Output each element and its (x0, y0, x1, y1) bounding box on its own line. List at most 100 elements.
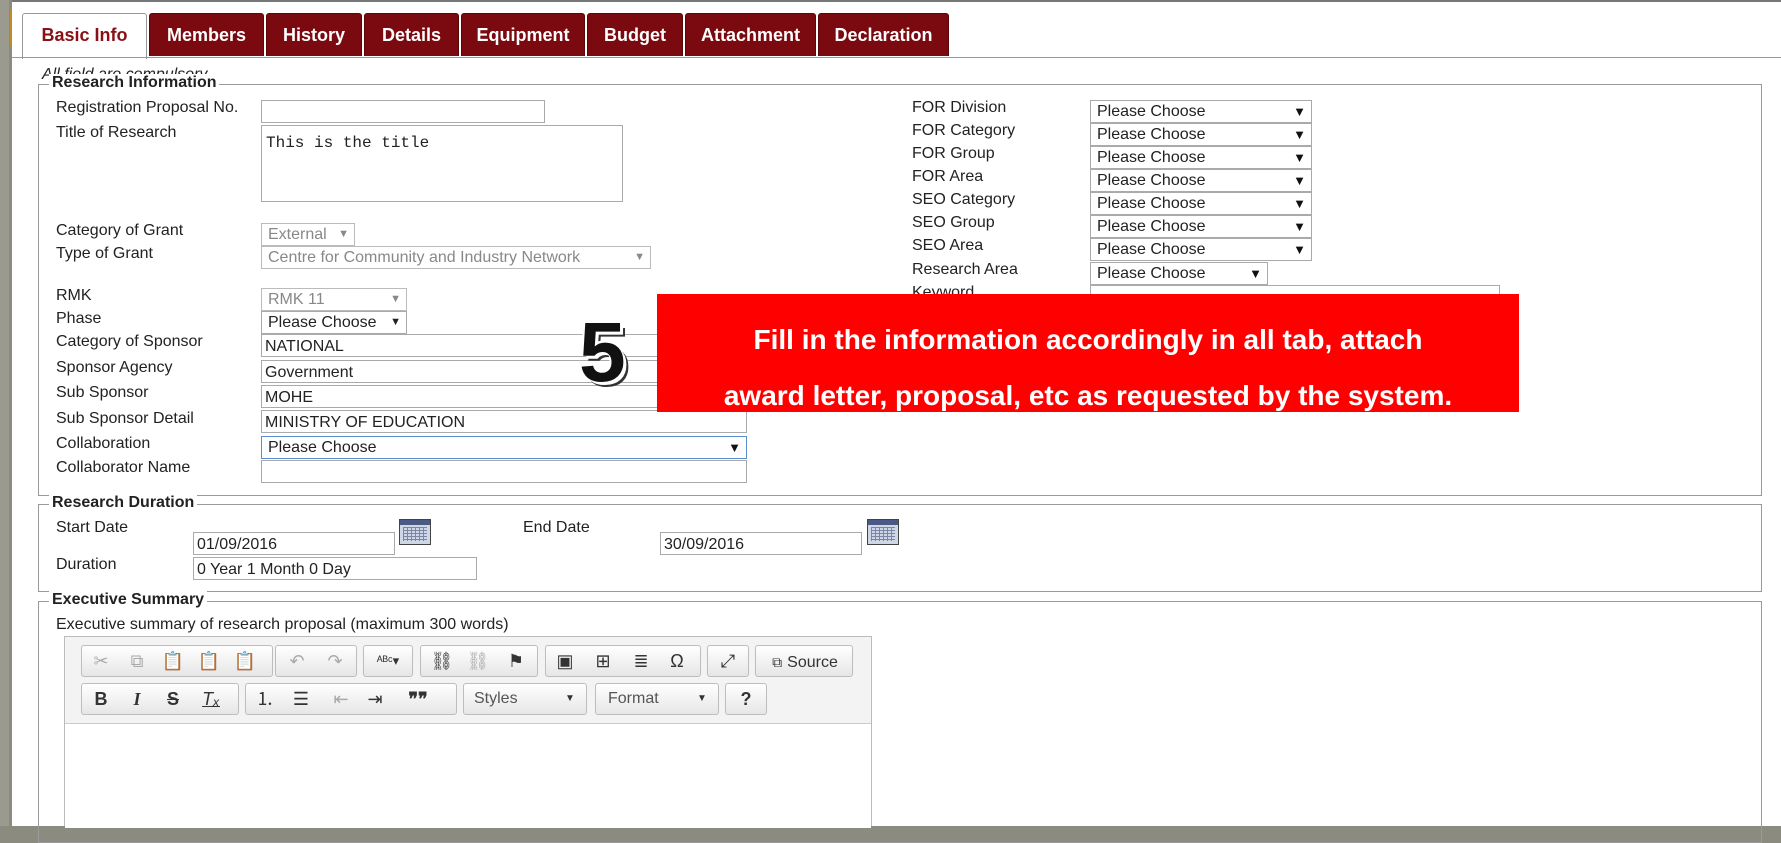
for-division-label: FOR Division (912, 99, 1007, 116)
styles-label: Styles (474, 690, 518, 707)
sponsor-agency-label: Sponsor Agency (56, 359, 173, 376)
for-category-select[interactable]: Please Choose ▼ (1090, 123, 1312, 146)
section-legend: Executive Summary (49, 591, 208, 609)
for-group-select[interactable]: Please Choose ▼ (1090, 146, 1312, 169)
special-char-icon[interactable]: Ω (662, 646, 692, 676)
for-division-select[interactable]: Please Choose ▼ (1090, 100, 1312, 123)
chevron-down-icon: ▼ (1293, 219, 1306, 234)
numbered-list-icon[interactable]: ⒈ (250, 684, 280, 714)
phase-value: Please Choose (268, 314, 377, 331)
chevron-down-icon: ▼ (390, 293, 401, 305)
outdent-icon[interactable]: ⇤ (326, 684, 356, 714)
summary-description: Executive summary of research proposal (… (56, 616, 509, 633)
cut-icon[interactable]: ✂ (86, 646, 116, 676)
start-date-input[interactable]: 01/09/2016 (193, 532, 395, 555)
for-group-value: Please Choose (1097, 149, 1206, 166)
title-textarea[interactable]: This is the title (261, 125, 623, 202)
research-area-select[interactable]: Please Choose ▼ (1090, 262, 1268, 285)
chevron-down-icon: ▼ (697, 693, 707, 704)
undo-icon[interactable]: ↶ (282, 646, 312, 676)
source-button[interactable]: ⧉ Source (762, 646, 848, 676)
rich-text-editor: ✂ ⧉ 📋 📋 📋 ↶ ↷ ᴬᴮᶜ▾ ⛓ ⛓ ⚑ ▣ ⊞ ≣ Ω ⤢ ⧉ Sou… (64, 636, 872, 828)
tab-basic-info[interactable]: Basic Info (22, 13, 147, 59)
duration-input: 0 Year 1 Month 0 Day (193, 557, 477, 580)
seo-category-value: Please Choose (1097, 195, 1206, 212)
collaboration-select[interactable]: Please Choose ▼ (261, 436, 747, 459)
end-date-label: End Date (523, 519, 590, 536)
horizontal-line-icon[interactable]: ≣ (626, 646, 656, 676)
chevron-down-icon: ▼ (390, 316, 401, 328)
seo-group-value: Please Choose (1097, 218, 1206, 235)
image-icon[interactable]: ▣ (550, 646, 580, 676)
strike-icon[interactable]: S (158, 684, 188, 714)
registration-input[interactable] (261, 100, 545, 123)
start-date-label: Start Date (56, 519, 129, 536)
blockquote-icon[interactable]: ❞❞ (398, 684, 438, 714)
tab-budget[interactable]: Budget (587, 13, 683, 56)
paste-icon[interactable]: 📋 (158, 646, 188, 676)
unlink-icon[interactable]: ⛓ (463, 646, 493, 676)
type-grant-select[interactable]: Centre for Community and Industry Networ… (261, 246, 651, 269)
insert-group: ▣ ⊞ ≣ Ω (545, 645, 701, 677)
rmk-select[interactable]: RMK 11 ▼ (261, 288, 407, 311)
basic-styles-group: B I S Tₓ (81, 683, 239, 715)
format-label: Format (608, 690, 659, 707)
title-label: Title of Research (56, 124, 177, 141)
category-grant-label: Category of Grant (56, 222, 184, 239)
help-group: ? (725, 683, 767, 715)
paste-text-icon[interactable]: 📋 (194, 646, 224, 676)
seo-area-label: SEO Area (912, 237, 984, 254)
type-grant-value: Centre for Community and Industry Networ… (268, 249, 581, 266)
styles-dropdown[interactable]: Styles ▼ (463, 683, 587, 715)
paste-word-icon[interactable]: 📋 (230, 646, 260, 676)
format-dropdown[interactable]: Format ▼ (595, 683, 719, 715)
bold-icon[interactable]: B (86, 684, 116, 714)
calendar-icon[interactable] (867, 519, 899, 545)
tab-history[interactable]: History (266, 13, 362, 56)
source-icon: ⧉ (772, 654, 783, 670)
indent-icon[interactable]: ⇥ (360, 684, 390, 714)
undo-group: ↶ ↷ (275, 645, 357, 677)
top-border (12, 0, 1781, 2)
chevron-down-icon: ▼ (1293, 150, 1306, 165)
seo-area-select[interactable]: Please Choose ▼ (1090, 238, 1312, 261)
maximize-icon[interactable]: ⤢ (712, 646, 744, 676)
seo-category-select[interactable]: Please Choose ▼ (1090, 192, 1312, 215)
collaborator-name-label: Collaborator Name (56, 459, 191, 476)
anchor-flag-icon[interactable]: ⚑ (501, 646, 531, 676)
for-area-select[interactable]: Please Choose ▼ (1090, 169, 1312, 192)
seo-group-select[interactable]: Please Choose ▼ (1090, 215, 1312, 238)
tab-members[interactable]: Members (149, 13, 264, 56)
maximize-group: ⤢ (707, 645, 749, 677)
phase-select[interactable]: Please Choose ▼ (261, 311, 407, 334)
collaborator-name-input[interactable] (261, 460, 747, 483)
chevron-down-icon: ▼ (1293, 173, 1306, 188)
chevron-down-icon: ▼ (1293, 242, 1306, 257)
end-date-input[interactable]: 30/09/2016 (660, 532, 862, 555)
research-area-label: Research Area (912, 261, 1018, 278)
bullet-list-icon[interactable]: ☰ (286, 684, 316, 714)
spellcheck-icon[interactable]: ᴬᴮᶜ▾ (368, 646, 408, 676)
chevron-down-icon: ▼ (728, 440, 741, 455)
table-icon[interactable]: ⊞ (588, 646, 618, 676)
editor-content-area[interactable] (65, 723, 871, 828)
tab-attachment[interactable]: Attachment (685, 13, 816, 56)
copy-icon[interactable]: ⧉ (122, 646, 152, 676)
tab-declaration[interactable]: Declaration (818, 13, 949, 56)
tab-equipment[interactable]: Equipment (461, 13, 585, 56)
rmk-value: RMK 11 (268, 291, 325, 308)
section-legend: Research Duration (49, 494, 198, 512)
italic-icon[interactable]: I (122, 684, 152, 714)
tab-details[interactable]: Details (364, 13, 459, 56)
redo-icon[interactable]: ↷ (320, 646, 350, 676)
chevron-down-icon: ▼ (338, 228, 349, 240)
remove-format-icon[interactable]: Tₓ (196, 684, 226, 714)
category-grant-select[interactable]: External ▼ (261, 223, 355, 246)
chevron-down-icon: ▼ (1249, 266, 1262, 281)
instruction-callout: Fill in the information accordingly in a… (657, 294, 1519, 412)
link-icon[interactable]: ⛓ (427, 646, 457, 676)
spellcheck-group: ᴬᴮᶜ▾ (363, 645, 413, 677)
calendar-icon[interactable] (399, 519, 431, 545)
duration-label: Duration (56, 556, 117, 573)
help-icon[interactable]: ? (730, 684, 762, 714)
